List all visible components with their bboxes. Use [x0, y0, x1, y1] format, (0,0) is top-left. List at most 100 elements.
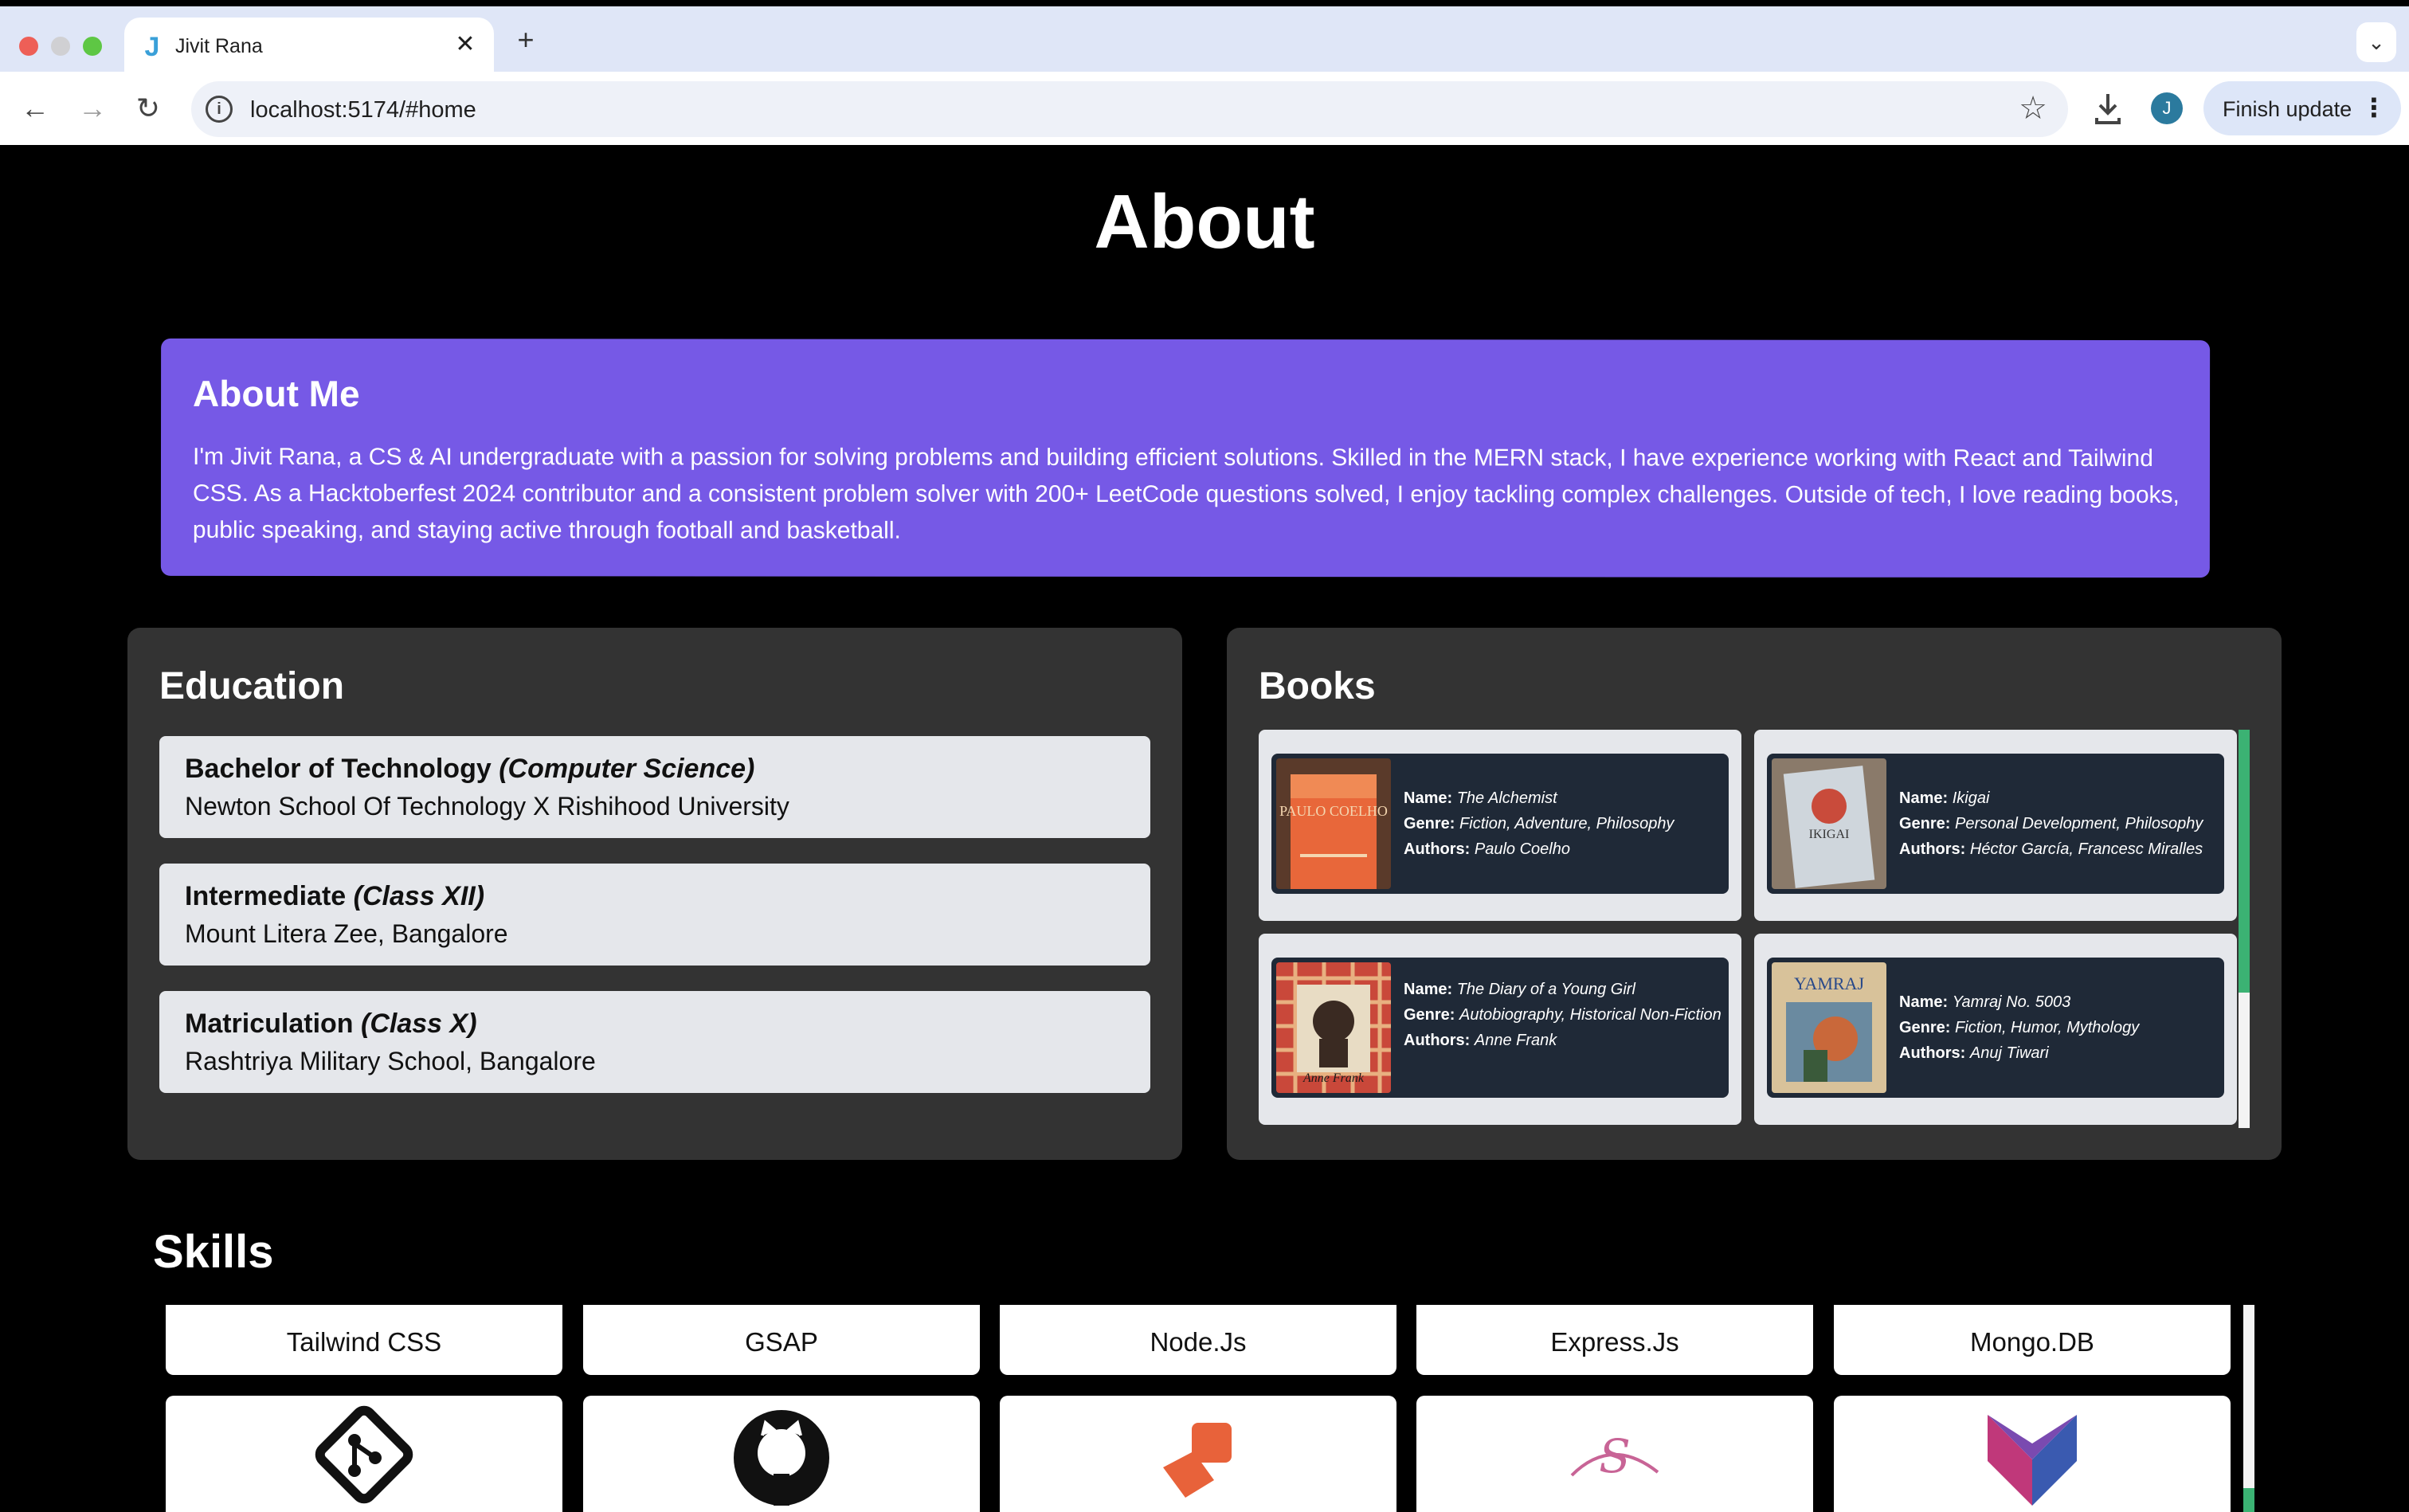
book-cover-image: PAULO COELHO — [1276, 758, 1391, 889]
book-authors-label: Authors: — [1899, 1044, 1966, 1062]
reload-button[interactable]: ↻ — [127, 88, 169, 129]
book-authors: Anuj Tiwari — [1969, 1044, 2049, 1062]
maximize-window-button[interactable] — [83, 37, 102, 56]
book-name-label: Name: — [1404, 981, 1453, 998]
finish-update-button[interactable]: Finish update ⋮ — [2203, 81, 2401, 135]
window-top-edge — [0, 0, 2409, 6]
about-me-heading: About Me — [193, 372, 360, 415]
profile-avatar[interactable]: J — [2151, 92, 2183, 124]
forward-button[interactable]: → — [72, 88, 113, 129]
degree-title: Bachelor of Technology — [185, 754, 492, 784]
book-card[interactable]: PAULO COELHO Name: The Alchemist Genre: … — [1259, 730, 1741, 921]
degree-field: (Class X) — [361, 1009, 477, 1039]
books-scrollbar-thumb[interactable] — [2239, 730, 2250, 993]
url-text[interactable]: localhost:5174/#home — [250, 97, 476, 123]
books-panel: Books PAULO COELHO Name: The Alchemist G… — [1227, 628, 2282, 1160]
about-me-text: I'm Jivit Rana, a CS & AI undergraduate … — [192, 443, 2180, 544]
book-meta: Name: The Alchemist Genre: Fiction, Adve… — [1404, 785, 1722, 862]
address-bar[interactable]: i localhost:5174/#home ☆ — [191, 81, 2068, 137]
degree-field: (Computer Science) — [499, 754, 755, 784]
institution-name: Mount Litera Zee, Bangalore — [185, 919, 508, 948]
book-name: Ikigai — [1952, 789, 1990, 807]
skill-card[interactable] — [166, 1396, 562, 1512]
skill-card[interactable]: Tailwind CSS — [166, 1305, 562, 1375]
book-authors-label: Authors: — [1404, 1032, 1471, 1049]
education-item: Intermediate (Class XII) Mount Litera Ze… — [159, 864, 1150, 966]
tab-bar: J Jivit Rana ✕ + ⌄ — [0, 6, 2409, 78]
book-cover-image: YAMRAJ — [1772, 962, 1886, 1093]
skill-card[interactable]: GSAP — [583, 1305, 980, 1375]
download-icon[interactable] — [2089, 91, 2127, 129]
framer-motion-icon — [1981, 1404, 2083, 1506]
book-meta: Name: Ikigai Genre: Personal Development… — [1899, 785, 2226, 862]
book-card[interactable]: Anne Frank Name: The Diary of a Young Gi… — [1259, 934, 1741, 1125]
page-title: About — [1094, 179, 1315, 264]
skills-scrollbar-thumb[interactable] — [2243, 1488, 2254, 1512]
book-genre-label: Genre: — [1404, 815, 1455, 832]
sass-icon: S — [1564, 1404, 1666, 1506]
skill-card[interactable] — [583, 1396, 980, 1512]
page-content: About About Me I'm Jivit Rana, a CS & AI… — [0, 145, 2409, 1512]
book-genre-label: Genre: — [1899, 815, 1951, 832]
skills-heading: Skills — [153, 1226, 274, 1278]
download-svg — [2095, 94, 2121, 124]
book-cover-text: PAULO COELHO — [1279, 803, 1388, 819]
skill-label: Tailwind CSS — [286, 1327, 442, 1357]
education-heading: Education — [159, 665, 345, 707]
degree-title: Intermediate — [185, 881, 347, 911]
about-me-card: About Me I'm Jivit Rana, a CS & AI under… — [160, 338, 2211, 578]
book-cover-text: Anne Frank — [1302, 1071, 1365, 1085]
git-icon — [313, 1404, 415, 1506]
postman-icon — [1147, 1404, 1249, 1506]
tab-close-icon[interactable]: ✕ — [451, 30, 480, 59]
book-card[interactable]: IKIGAI Name: Ikigai Genre: Personal Deve… — [1754, 730, 2237, 921]
book-card[interactable]: YAMRAJ Name: Yamraj No. 5003 Genre: Fict… — [1754, 934, 2237, 1125]
book-cover-image: Anne Frank — [1276, 962, 1391, 1093]
book-genre: Autobiography, Historical Non-Fiction — [1459, 1006, 1722, 1024]
skill-card[interactable]: S — [1416, 1396, 1813, 1512]
skill-card[interactable] — [1000, 1396, 1396, 1512]
site-info-icon[interactable]: i — [206, 96, 233, 123]
book-authors: Héctor García, Francesc Miralles — [1969, 840, 2203, 858]
book-genre: Fiction, Humor, Mythology — [1955, 1019, 2140, 1036]
bookmark-star-icon[interactable]: ☆ — [2019, 91, 2047, 126]
github-icon — [731, 1404, 832, 1506]
finish-update-label: Finish update — [2223, 97, 2352, 121]
book-cover-text: YAMRAJ — [1794, 973, 1864, 993]
back-button[interactable]: ← — [14, 88, 56, 129]
book-cover-text: IKIGAI — [1809, 828, 1850, 841]
institution-name: Rashtriya Military School, Bangalore — [185, 1047, 596, 1075]
skill-card[interactable]: Mongo.DB — [1834, 1305, 2231, 1375]
book-card-inner: IKIGAI Name: Ikigai Genre: Personal Deve… — [1767, 754, 2224, 894]
minimize-window-button[interactable] — [51, 37, 70, 56]
book-meta: Name: The Diary of a Young Girl Genre: A… — [1404, 977, 1722, 1053]
skills-scrollbar[interactable] — [2243, 1305, 2254, 1512]
active-tab[interactable]: J Jivit Rana ✕ — [124, 18, 494, 78]
book-name: The Alchemist — [1456, 789, 1557, 807]
browser-toolbar: ← → ↻ i localhost:5174/#home ☆ J Finish … — [0, 72, 2409, 145]
book-cover-image: IKIGAI — [1772, 758, 1886, 889]
book-genre: Personal Development, Philosophy — [1955, 815, 2203, 832]
skill-card[interactable]: Node.Js — [1000, 1305, 1396, 1375]
book-card-inner: YAMRAJ Name: Yamraj No. 5003 Genre: Fict… — [1767, 958, 2224, 1098]
book-authors: Paulo Coelho — [1474, 840, 1570, 858]
tab-title: Jivit Rana — [175, 35, 263, 57]
more-menu-icon[interactable]: ⋮ — [2361, 92, 2387, 123]
institution-name: Newton School Of Technology X Rishihood … — [185, 792, 789, 821]
skill-label: GSAP — [745, 1327, 818, 1357]
book-name-label: Name: — [1404, 789, 1453, 807]
degree-field: (Class XII) — [353, 881, 485, 911]
education-item: Bachelor of Technology (Computer Science… — [159, 736, 1150, 838]
new-tab-button[interactable]: + — [510, 24, 542, 56]
book-card-inner: Anne Frank Name: The Diary of a Young Gi… — [1271, 958, 1729, 1098]
skill-card[interactable] — [1834, 1396, 2231, 1512]
book-genre-label: Genre: — [1404, 1006, 1455, 1024]
books-heading: Books — [1259, 665, 1376, 707]
close-window-button[interactable] — [19, 37, 38, 56]
skill-card[interactable]: Express.Js — [1416, 1305, 1813, 1375]
books-scrollbar[interactable] — [2239, 730, 2250, 1128]
book-genre-label: Genre: — [1899, 1019, 1951, 1036]
education-item: Matriculation (Class X) Rashtriya Milita… — [159, 991, 1150, 1093]
tab-search-button[interactable]: ⌄ — [2356, 22, 2396, 62]
skill-label: Mongo.DB — [1970, 1327, 2094, 1357]
